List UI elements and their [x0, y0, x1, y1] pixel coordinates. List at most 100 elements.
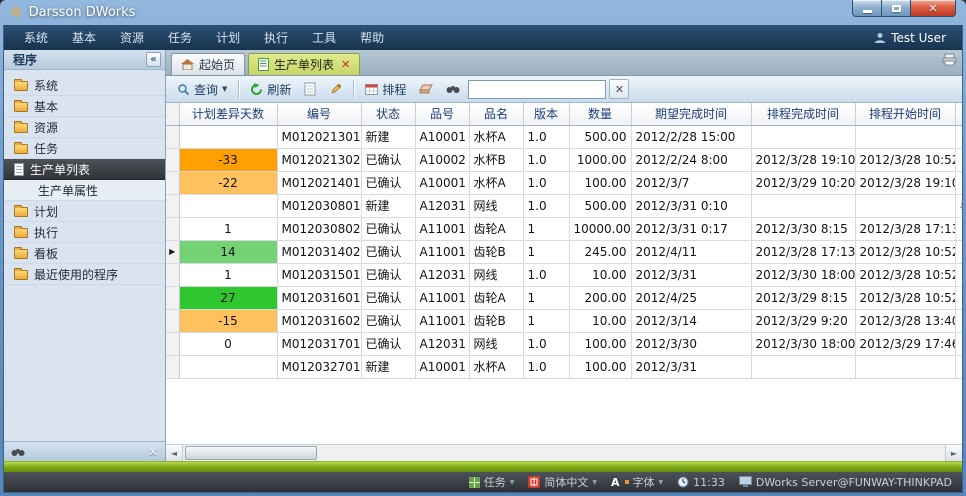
status-task-menu[interactable]: 任务 ▼ — [469, 474, 515, 490]
cell-ver[interactable]: 1.0 — [523, 263, 569, 286]
cell-ver[interactable]: 1.0 — [523, 194, 569, 217]
menu-item[interactable]: 系统 — [12, 25, 60, 50]
cell-sched_start[interactable] — [855, 125, 955, 148]
printer-icon[interactable] — [942, 51, 957, 70]
cell-item_name[interactable]: 水杯A — [469, 171, 523, 194]
cell-sched_end[interactable] — [751, 125, 855, 148]
cell-expect[interactable]: 2012/3/31 — [631, 355, 751, 378]
cell-status[interactable]: 已确认 — [361, 332, 415, 355]
sidebar-search-clear-button[interactable]: ✕ — [148, 445, 158, 459]
menu-item[interactable]: 基本 — [60, 25, 108, 50]
query-button[interactable]: 查询 ▼ — [172, 79, 232, 100]
tab-close-icon[interactable]: ✕ — [341, 58, 350, 71]
grid-column-header[interactable]: 计划差异天数 — [179, 103, 277, 125]
cell-diff[interactable]: 1 — [179, 217, 277, 240]
cell-diff[interactable] — [179, 194, 277, 217]
cell-sched_end[interactable]: 2012/3/28 19:10 — [751, 148, 855, 171]
cell-diff[interactable]: -15 — [179, 309, 277, 332]
cell-sched_end[interactable]: 2012/3/30 8:15 — [751, 217, 855, 240]
cell-extra[interactable] — [955, 263, 962, 286]
cell-status[interactable]: 已确认 — [361, 286, 415, 309]
cell-sched_start[interactable]: 2012/3/28 17:13 — [855, 217, 955, 240]
cell-expect[interactable]: 2012/2/28 15:00 — [631, 125, 751, 148]
cell-extra[interactable] — [955, 286, 962, 309]
grid-row[interactable]: M012021301新建A10001水杯A1.0500.002012/2/28 … — [166, 125, 962, 148]
grid-row[interactable]: 27M012031601已确认A11001齿轮A1200.002012/4/25… — [166, 286, 962, 309]
cell-status[interactable]: 已确认 — [361, 309, 415, 332]
edit-button[interactable] — [324, 81, 347, 98]
cell-item_name[interactable]: 齿轮B — [469, 240, 523, 263]
cell-item_name[interactable]: 水杯A — [469, 355, 523, 378]
cell-extra[interactable]: # — [955, 194, 962, 217]
cell-qty[interactable]: 10.00 — [569, 263, 631, 286]
grid-row[interactable]: -33M012021302已确认A10002水杯B1.01000.002012/… — [166, 148, 962, 171]
cell-extra[interactable] — [955, 355, 962, 378]
cell-sched_start[interactable]: 2012/3/28 13:40 — [855, 309, 955, 332]
cell-no[interactable]: M012031601 — [277, 286, 361, 309]
cell-ver[interactable]: 1.0 — [523, 125, 569, 148]
cell-expect[interactable]: 2012/3/31 — [631, 263, 751, 286]
grid-row[interactable]: -22M012021401已确认A10001水杯A1.0100.002012/3… — [166, 171, 962, 194]
cell-diff[interactable]: 14 — [179, 240, 277, 263]
cell-item_name[interactable]: 网线 — [469, 263, 523, 286]
cell-sched_end[interactable]: 2012/3/29 8:15 — [751, 286, 855, 309]
cell-expect[interactable]: 2012/3/31 0:17 — [631, 217, 751, 240]
cell-item_name[interactable]: 水杯A — [469, 125, 523, 148]
grid-row[interactable]: M012032701新建A10001水杯A1.0100.002012/3/31 — [166, 355, 962, 378]
cell-item_no[interactable]: A11001 — [415, 217, 469, 240]
cell-diff[interactable]: 1 — [179, 263, 277, 286]
cell-no[interactable]: M012021302 — [277, 148, 361, 171]
cell-no[interactable]: M012031602 — [277, 309, 361, 332]
cell-status[interactable]: 新建 — [361, 355, 415, 378]
cell-diff[interactable]: 0 — [179, 332, 277, 355]
cell-item_name[interactable]: 水杯B — [469, 148, 523, 171]
close-button[interactable]: ✕ — [910, 0, 956, 17]
grid-column-header[interactable]: 期望完成时间 — [631, 103, 751, 125]
cell-expect[interactable]: 2012/4/11 — [631, 240, 751, 263]
grid-row[interactable]: 1M012030802已确认A11001齿轮A110000.002012/3/3… — [166, 217, 962, 240]
cell-qty[interactable]: 100.00 — [569, 355, 631, 378]
grid-column-header[interactable]: 编号 — [277, 103, 361, 125]
cell-ver[interactable]: 1.0 — [523, 332, 569, 355]
cell-expect[interactable]: 2012/3/14 — [631, 309, 751, 332]
sidebar-item-execute[interactable]: 执行 — [4, 222, 165, 243]
cell-sched_end[interactable]: 2012/3/30 18:00 — [751, 263, 855, 286]
cell-sched_end[interactable] — [751, 194, 855, 217]
cell-ver[interactable]: 1 — [523, 309, 569, 332]
scroll-left-button[interactable]: ◄ — [166, 445, 183, 461]
cell-item_no[interactable]: A10001 — [415, 171, 469, 194]
cell-status[interactable]: 已确认 — [361, 171, 415, 194]
cell-item_no[interactable]: A11001 — [415, 286, 469, 309]
cell-no[interactable]: M012030802 — [277, 217, 361, 240]
cell-item_name[interactable]: 网线 — [469, 332, 523, 355]
cell-diff[interactable] — [179, 125, 277, 148]
sidebar-item-basic[interactable]: 基本 — [4, 96, 165, 117]
cell-extra[interactable] — [955, 217, 962, 240]
cell-item_name[interactable]: 网线 — [469, 194, 523, 217]
cell-item_no[interactable]: A11001 — [415, 309, 469, 332]
find-button[interactable] — [441, 82, 465, 96]
grid-column-header[interactable]: 品名 — [469, 103, 523, 125]
cell-sched_start[interactable]: 2012/3/28 10:52 — [855, 240, 955, 263]
cell-diff[interactable]: 27 — [179, 286, 277, 309]
grid-column-header[interactable]: 版本 — [523, 103, 569, 125]
sidebar-search-bar[interactable]: ✕ — [4, 441, 165, 461]
sidebar-item-plan[interactable]: 计划 — [4, 201, 165, 222]
tab-home[interactable]: 起始页 — [171, 53, 245, 75]
cell-ver[interactable]: 1.0 — [523, 148, 569, 171]
grid-column-header[interactable]: 状态 — [361, 103, 415, 125]
cell-extra[interactable] — [955, 332, 962, 355]
sidebar-item-production-order-list[interactable]: 生产单列表 — [4, 159, 165, 180]
cell-expect[interactable]: 2012/3/30 — [631, 332, 751, 355]
cell-no[interactable]: M012031402 — [277, 240, 361, 263]
cell-qty[interactable]: 200.00 — [569, 286, 631, 309]
cell-qty[interactable]: 500.00 — [569, 125, 631, 148]
menu-item[interactable]: 计划 — [204, 25, 252, 50]
cell-ver[interactable]: 1 — [523, 217, 569, 240]
cell-no[interactable]: M012031701 — [277, 332, 361, 355]
grid-column-header[interactable]: 数量 — [569, 103, 631, 125]
cell-sched_end[interactable]: 2012/3/29 10:20 — [751, 171, 855, 194]
user-area[interactable]: Test User — [874, 31, 954, 45]
cell-item_no[interactable]: A11001 — [415, 240, 469, 263]
cell-item_no[interactable]: A10001 — [415, 355, 469, 378]
